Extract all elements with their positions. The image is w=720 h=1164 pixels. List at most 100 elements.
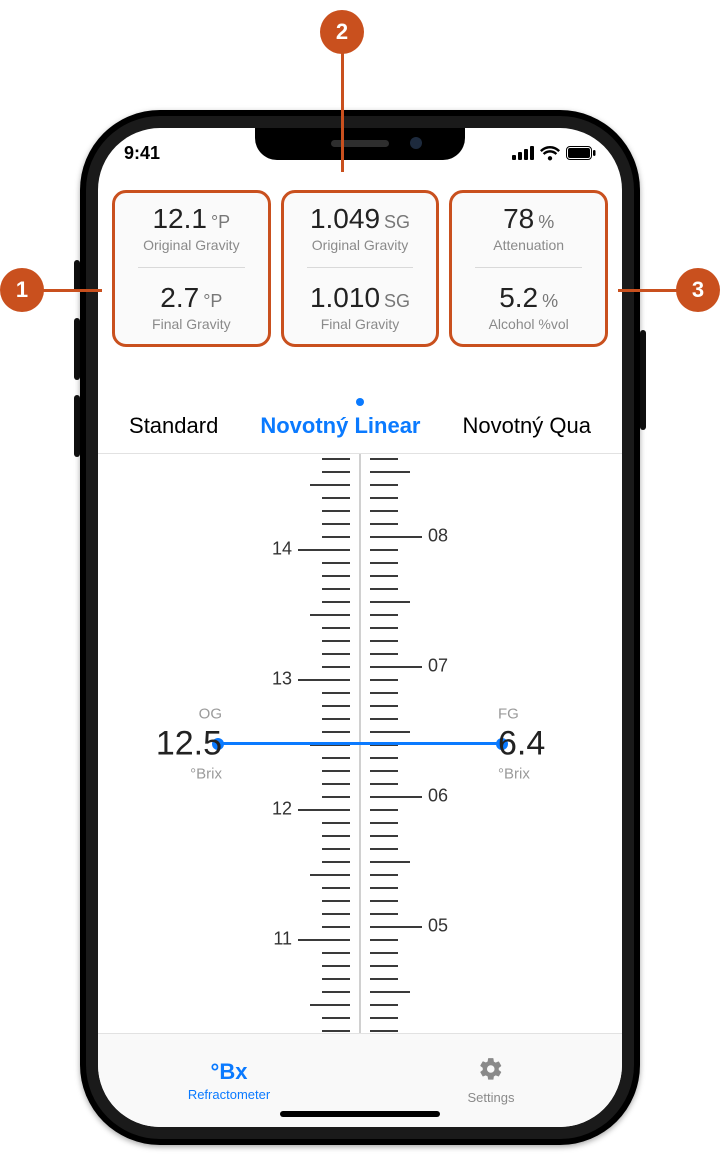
card-bot-unit: %	[542, 291, 558, 312]
ruler-tick	[370, 484, 398, 486]
home-indicator[interactable]	[280, 1111, 440, 1117]
ruler-tick	[322, 926, 350, 928]
tab-label: Settings	[468, 1090, 515, 1105]
reading-unit: °Brix	[498, 765, 608, 782]
ruler-tick	[370, 705, 398, 707]
annotation-badge-1: 1	[0, 268, 44, 312]
ruler-label: 13	[272, 669, 292, 690]
mode-standard[interactable]: Standard	[129, 413, 218, 439]
ruler-tick	[370, 796, 422, 798]
ruler-tick	[370, 510, 398, 512]
ruler-tick	[370, 1017, 398, 1019]
ruler-tick	[322, 692, 350, 694]
ruler-tick	[322, 952, 350, 954]
card-top-value: 78	[503, 203, 534, 235]
ruler-tick	[310, 1004, 350, 1006]
ruler-tick	[370, 458, 398, 460]
ruler-tick	[370, 471, 410, 473]
ruler-tick	[298, 939, 350, 941]
ruler-tick	[322, 757, 350, 759]
ruler-tick	[322, 900, 350, 902]
ruler-tick	[370, 562, 398, 564]
ruler-tick	[370, 640, 398, 642]
ruler-tick	[370, 757, 398, 759]
page-indicator-dot	[356, 398, 364, 406]
refractometer-icon: °Bx	[211, 1059, 248, 1085]
card-bot-unit: °P	[203, 291, 222, 312]
phone-power-button	[640, 330, 646, 430]
card-plato-gravity[interactable]: 12.1°P Original Gravity 2.7°P Final Grav…	[112, 190, 271, 347]
ruler-tick	[370, 952, 398, 954]
cellular-icon	[512, 146, 534, 160]
ruler-tick	[322, 536, 350, 538]
ruler-label: 14	[272, 539, 292, 560]
card-top-unit: °P	[211, 212, 230, 233]
annotation-line	[42, 289, 102, 292]
reading-unit: °Brix	[112, 765, 222, 782]
card-top-label: Original Gravity	[143, 237, 239, 253]
ruler-tick	[322, 1030, 350, 1032]
ruler-tick	[370, 874, 398, 876]
ruler-tick	[370, 627, 398, 629]
ruler-tick	[322, 848, 350, 850]
ruler-tick	[322, 458, 350, 460]
card-top-value: 12.1	[152, 203, 207, 235]
ruler-label: 08	[428, 526, 448, 547]
ruler-tick	[370, 549, 398, 551]
annotation-badge-2: 2	[320, 10, 364, 54]
ruler-tick	[298, 809, 350, 811]
ruler-tick	[370, 523, 398, 525]
card-bot-label: Final Gravity	[152, 316, 231, 332]
ruler-tick	[370, 575, 398, 577]
ruler-tick	[322, 991, 350, 993]
reading-og: OG 12.5 °Brix	[112, 705, 222, 782]
ruler-tick	[370, 809, 398, 811]
card-bot-unit: SG	[384, 291, 410, 312]
ruler-tick	[370, 536, 422, 538]
ruler-tick	[370, 1004, 398, 1006]
ruler-tick	[322, 562, 350, 564]
reading-tag: FG	[498, 705, 608, 722]
ruler-tick	[370, 770, 398, 772]
ruler-tick	[322, 718, 350, 720]
ruler-tick	[370, 1030, 398, 1032]
ruler-tick	[370, 848, 398, 850]
card-top-label: Attenuation	[493, 237, 564, 253]
ruler-label: 06	[428, 786, 448, 807]
ruler-tick	[370, 731, 410, 733]
ruler-tick	[370, 991, 410, 993]
ruler-tick	[322, 705, 350, 707]
reading-fg: FG 6.4 °Brix	[498, 705, 608, 782]
mode-novotny-linear[interactable]: Novotný Linear	[260, 413, 420, 439]
ruler-tick	[370, 614, 398, 616]
mode-novotny-quadratic[interactable]: Novotný Qua	[463, 413, 591, 439]
ruler-tick	[370, 601, 410, 603]
ruler-tick	[370, 679, 398, 681]
card-sg-gravity[interactable]: 1.049SG Original Gravity 1.010SG Final G…	[281, 190, 440, 347]
phone-screen: 9:41 12.1°P	[98, 128, 622, 1127]
ruler-tick	[310, 874, 350, 876]
ruler-tick	[322, 770, 350, 772]
phone-frame: 9:41 12.1°P	[80, 110, 640, 1145]
tab-label: Refractometer	[188, 1087, 270, 1102]
ruler-tick	[322, 653, 350, 655]
ruler-tick	[322, 588, 350, 590]
ruler-tick	[370, 588, 398, 590]
ruler-tick	[322, 913, 350, 915]
ruler-tick	[370, 783, 398, 785]
card-attenuation-abv[interactable]: 78% Attenuation 5.2% Alcohol %vol	[449, 190, 608, 347]
ruler-tick	[322, 497, 350, 499]
ruler-tick	[370, 926, 422, 928]
refractometer-ruler[interactable]: 11121314 05060708 OG 12.5 °Brix FG 6.4 °…	[98, 454, 622, 1033]
ruler-tick	[370, 692, 398, 694]
annotation-badge-3: 3	[676, 268, 720, 312]
battery-icon	[566, 146, 596, 160]
ruler-label: 05	[428, 916, 448, 937]
ruler-tick	[370, 822, 398, 824]
mode-selector[interactable]: Standard Novotný Linear Novotný Qua	[98, 398, 622, 454]
annotation-line	[341, 52, 344, 172]
ruler-tick	[322, 731, 350, 733]
ruler-tick	[310, 614, 350, 616]
ruler-tick	[322, 796, 350, 798]
ruler-tick	[322, 666, 350, 668]
